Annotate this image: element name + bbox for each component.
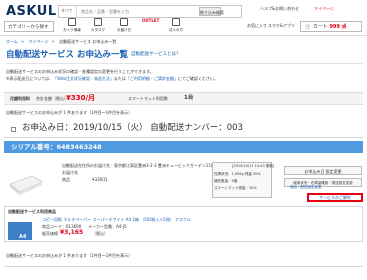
nav-delivery[interactable]: お届け日 — [114, 18, 134, 36]
category-select[interactable]: カテゴリーから探す — [4, 21, 54, 32]
sale-icon — [68, 18, 76, 26]
header-divider — [0, 35, 367, 36]
mat-remaining: スマートマット残量：30% — [214, 186, 257, 190]
cancel-service-button[interactable]: サービスのご解約 — [307, 193, 363, 202]
truck-icon — [120, 18, 128, 26]
product-pack-image: A4 — [8, 222, 32, 240]
tax-note: 合計金額（税込） — [36, 96, 68, 101]
cart-button[interactable]: 🛒 カート 999 点 — [300, 21, 362, 32]
result-count-top: 自動配送サービスのお申込みが 1 件あります（1件目〜1件目を表示） — [6, 110, 133, 115]
outlet-label: OUTLET — [142, 18, 160, 23]
info-updated: [2019/10/17 15:43 更新] — [232, 164, 275, 168]
mypage-link[interactable]: マイページ — [314, 7, 334, 11]
smart-mat-image — [9, 175, 43, 195]
product-label: 商品 — [62, 177, 70, 182]
serial-number: 6483463248 — [56, 143, 102, 151]
nav-catalog[interactable]: カタログ — [88, 18, 108, 36]
search-button[interactable]: 絞り込み検索 — [199, 7, 224, 16]
price-tax-note: （税込） — [92, 231, 108, 236]
title-divider — [6, 63, 363, 64]
billing-link[interactable]: 「ご利用明細・ご請求金額」 — [126, 76, 178, 81]
search-bar: すべて 絞り込み検索 — [58, 5, 242, 18]
order-date-line: お申込み日：2019/10/15（火） 自動配送ナンバー：003 — [22, 123, 243, 133]
catalog-icon — [94, 18, 102, 26]
delivery-address: 自動配送先住所のお届け先：東京都江東区豊洲3-2-3 豊洲キュービックガーデン1… — [62, 163, 215, 168]
detail-title: 自動配送サービス利用商品 — [8, 209, 56, 214]
help-contact-link[interactable]: ヘルプ&お問い合わせ — [260, 7, 299, 11]
maker-code: メーカー型番：A4-J5 — [88, 224, 127, 229]
service-help-link[interactable]: 自動配送サービスとは？ — [131, 52, 181, 58]
page-description: 自動配送サービスのお申込み状況の確認・各種設定の変更を行うことができます。 — [6, 69, 154, 74]
breadcrumb-mypage[interactable]: マイページ — [29, 39, 49, 44]
breadcrumb: ホーム > マイページ > 自動配送サービス お申込み一覧 — [6, 39, 117, 44]
smartphone-link[interactable]: スマホ&アプリ — [268, 24, 295, 28]
delivery-label: お届け先 — [62, 170, 78, 175]
page-note: ※表示配送日については、「Web注文状況確認・発送方法」または「ご利用明細・ご請… — [6, 76, 218, 81]
product-price: ¥3,165 — [60, 229, 84, 236]
askul-logo[interactable]: ASKUL — [6, 5, 57, 18]
search-input[interactable] — [79, 6, 201, 17]
price-label: 販売価格 — [42, 231, 58, 236]
order-divider — [4, 137, 363, 138]
breadcrumb-home[interactable]: ホーム — [6, 39, 18, 44]
nav-corporate[interactable]: 法人の方 — [166, 18, 186, 36]
change-date-button[interactable]: お申込み日 設定変更 — [284, 166, 362, 175]
mat-count: 1台 — [184, 95, 194, 101]
monthly-fee-amount: ¥330/月 — [66, 94, 96, 102]
change-settings-link[interactable]: 商品・配送設定変更 — [290, 185, 322, 190]
building-icon — [172, 18, 180, 26]
serial-bar: シリアル番号：6483463248 — [4, 141, 363, 153]
order-checkbox[interactable] — [11, 127, 16, 132]
footer-divider — [4, 266, 363, 267]
result-count-bottom: 自動配送サービスのお申込みが 1 件あります（1件目〜1件目を表示） — [6, 253, 133, 258]
monthly-fee-label: 月額利用料 — [10, 96, 30, 101]
page-title: 自動配送サービス お申込み一覧 — [6, 50, 128, 60]
favorites-link[interactable]: お気に入り — [247, 24, 267, 28]
nav-deals[interactable]: おトク情報 — [62, 18, 82, 36]
product-name-link[interactable]: コピー用紙 マルチペーパー スーパーホワイト A4 1箱 （500枚入×5冊） … — [42, 218, 191, 222]
stock-status: 在庫状況：1,509g 残量 30% — [214, 172, 261, 176]
breadcrumb-current: 自動配送サービス お申込み一覧 — [59, 39, 117, 44]
refill-qty: 補充数量：5個 — [214, 179, 238, 183]
search-category-select[interactable]: すべて — [59, 6, 77, 17]
order-price: ¥330/月 — [92, 177, 108, 182]
nav-outlet[interactable]: OUTLET — [140, 18, 160, 36]
order-status-link[interactable]: 「Web注文状況確認・発送方法」 — [53, 76, 114, 81]
mat-count-label: スマートマット利用数 — [128, 96, 168, 101]
cart-icon: 🛒 — [305, 24, 312, 30]
